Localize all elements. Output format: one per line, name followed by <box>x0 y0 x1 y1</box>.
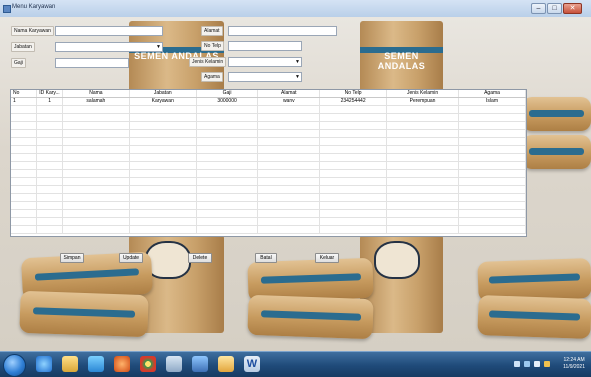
agama-input[interactable] <box>229 73 301 81</box>
table-row-empty <box>11 169 526 178</box>
background-cement-bag <box>19 290 149 338</box>
paint-icon[interactable] <box>218 356 234 372</box>
karyawan-table: No ID Kary... Nama Jabatan Gaji Alamat N… <box>11 90 526 234</box>
table-row-empty <box>11 185 526 194</box>
start-button[interactable] <box>3 354 26 377</box>
no-telp-field[interactable] <box>228 41 302 51</box>
table-cell[interactable]: Karyawan <box>129 97 197 106</box>
background-cement-bag <box>522 135 591 169</box>
column-header[interactable]: Jabatan <box>129 90 197 98</box>
volume-icon[interactable] <box>534 361 540 367</box>
table-cell[interactable]: 3000000 <box>196 97 259 106</box>
column-header[interactable]: Gaji <box>196 90 259 98</box>
column-header[interactable]: No <box>11 90 38 98</box>
gaji-field[interactable] <box>55 58 129 68</box>
table-row-empty <box>11 105 526 114</box>
window-title: Menu Karyawan <box>12 4 56 10</box>
media-player-icon[interactable] <box>88 356 104 372</box>
close-button[interactable]: ✕ <box>563 3 582 14</box>
table-cell[interactable]: salamah <box>62 97 130 106</box>
background-cement-bag <box>247 294 374 340</box>
table-cell[interactable]: 1 <box>11 97 38 106</box>
form-client-area: SEMEN ANDALAS SEMEN ANDALAS Nama Karyawa… <box>0 17 591 351</box>
karyawan-data-grid[interactable]: No ID Kary... Nama Jabatan Gaji Alamat N… <box>10 89 527 237</box>
elephant-logo-icon <box>374 241 420 279</box>
table-row-empty <box>11 121 526 130</box>
title-bar[interactable]: Menu Karyawan – □ ✕ <box>0 0 591 18</box>
file-explorer-icon[interactable] <box>62 356 78 372</box>
batal-button[interactable]: Batal <box>255 253 277 263</box>
clock-time: 12:24 AM <box>563 357 585 363</box>
column-header[interactable]: ID Kary... <box>36 90 63 98</box>
jenis-kelamin-label: Jenis Kelamin <box>189 57 227 67</box>
column-header[interactable]: No Telp <box>319 90 388 98</box>
no-telp-input[interactable] <box>229 42 301 50</box>
table-header-row: No ID Kary... Nama Jabatan Gaji Alamat N… <box>11 90 526 98</box>
agama-select[interactable]: ▼ <box>228 72 302 82</box>
column-header[interactable]: Nama <box>62 90 130 98</box>
table-row-empty <box>11 217 526 226</box>
visual-studio-icon[interactable] <box>192 356 208 372</box>
chevron-down-icon[interactable]: ▼ <box>156 44 161 50</box>
clock-date: 11/9/2021 <box>563 364 585 370</box>
jabatan-input[interactable] <box>56 43 162 51</box>
table-row-empty <box>11 137 526 146</box>
table-row-empty <box>11 193 526 202</box>
table-row-empty <box>11 153 526 162</box>
table-cell[interactable]: 1 <box>36 97 63 106</box>
window-app-icon <box>3 5 11 13</box>
table-row-empty <box>11 201 526 210</box>
column-header[interactable]: Agama <box>458 90 526 98</box>
table-cell[interactable]: wanv <box>257 97 321 106</box>
internet-explorer-icon[interactable] <box>36 356 52 372</box>
table-row-empty <box>11 209 526 218</box>
taskbar: W 12:24 AM 11/9/2021 <box>0 351 591 377</box>
table-cell[interactable]: 234254442 <box>319 97 388 106</box>
maximize-button[interactable]: □ <box>547 3 562 14</box>
table-row-empty <box>11 161 526 170</box>
minimize-button[interactable]: – <box>531 3 546 14</box>
delete-button[interactable]: Delete <box>188 253 212 263</box>
table-cell[interactable]: Perempuan <box>386 97 460 106</box>
chevron-down-icon[interactable]: ▼ <box>295 74 300 80</box>
jabatan-label: Jabatan <box>11 42 35 52</box>
no-telp-label: No Telp <box>201 41 224 51</box>
table-cell[interactable]: Islam <box>458 97 526 106</box>
background-cement-bag <box>477 295 591 339</box>
column-header[interactable]: Alamat <box>257 90 321 98</box>
jenis-kelamin-input[interactable] <box>229 58 301 66</box>
agama-label: Agama <box>201 72 223 82</box>
update-button[interactable]: Update <box>119 253 143 263</box>
network-icon[interactable] <box>524 361 530 367</box>
jenis-kelamin-select[interactable]: ▼ <box>228 57 302 67</box>
table-row-empty <box>11 113 526 122</box>
nama-karyawan-label: Nama Karyawan <box>11 26 54 36</box>
alamat-field[interactable] <box>228 26 337 36</box>
table-row[interactable]: 1 1 salamah Karyawan 3000000 wanv 234254… <box>11 97 526 106</box>
background-cement-bag <box>522 97 591 131</box>
jabatan-select[interactable]: ▼ <box>55 42 163 52</box>
gaji-label: Gaji <box>11 58 26 68</box>
chevron-down-icon[interactable]: ▼ <box>295 59 300 65</box>
simpan-button[interactable]: Simpan <box>60 253 84 263</box>
show-hidden-icons-icon[interactable] <box>514 361 520 367</box>
nama-karyawan-input[interactable] <box>56 27 162 35</box>
action-center-icon[interactable] <box>544 361 550 367</box>
keluar-button[interactable]: Keluar <box>315 253 339 263</box>
chrome-icon[interactable] <box>140 356 156 372</box>
gaji-input[interactable] <box>56 59 128 67</box>
window-app-icon[interactable] <box>166 356 182 372</box>
firefox-icon[interactable] <box>114 356 130 372</box>
background-brand-text: SEMEN ANDALAS <box>377 51 426 71</box>
alamat-input[interactable] <box>229 27 336 35</box>
word-icon[interactable]: W <box>244 356 260 372</box>
table-row-empty <box>11 129 526 138</box>
table-row-empty <box>11 145 526 154</box>
table-row-empty <box>11 225 526 234</box>
system-clock[interactable]: 12:24 AM 11/9/2021 <box>563 357 585 371</box>
alamat-label: Alamat <box>201 26 223 36</box>
column-header[interactable]: Jenis Kelamin <box>386 90 460 98</box>
nama-karyawan-field[interactable] <box>55 26 163 36</box>
table-row-empty <box>11 177 526 186</box>
